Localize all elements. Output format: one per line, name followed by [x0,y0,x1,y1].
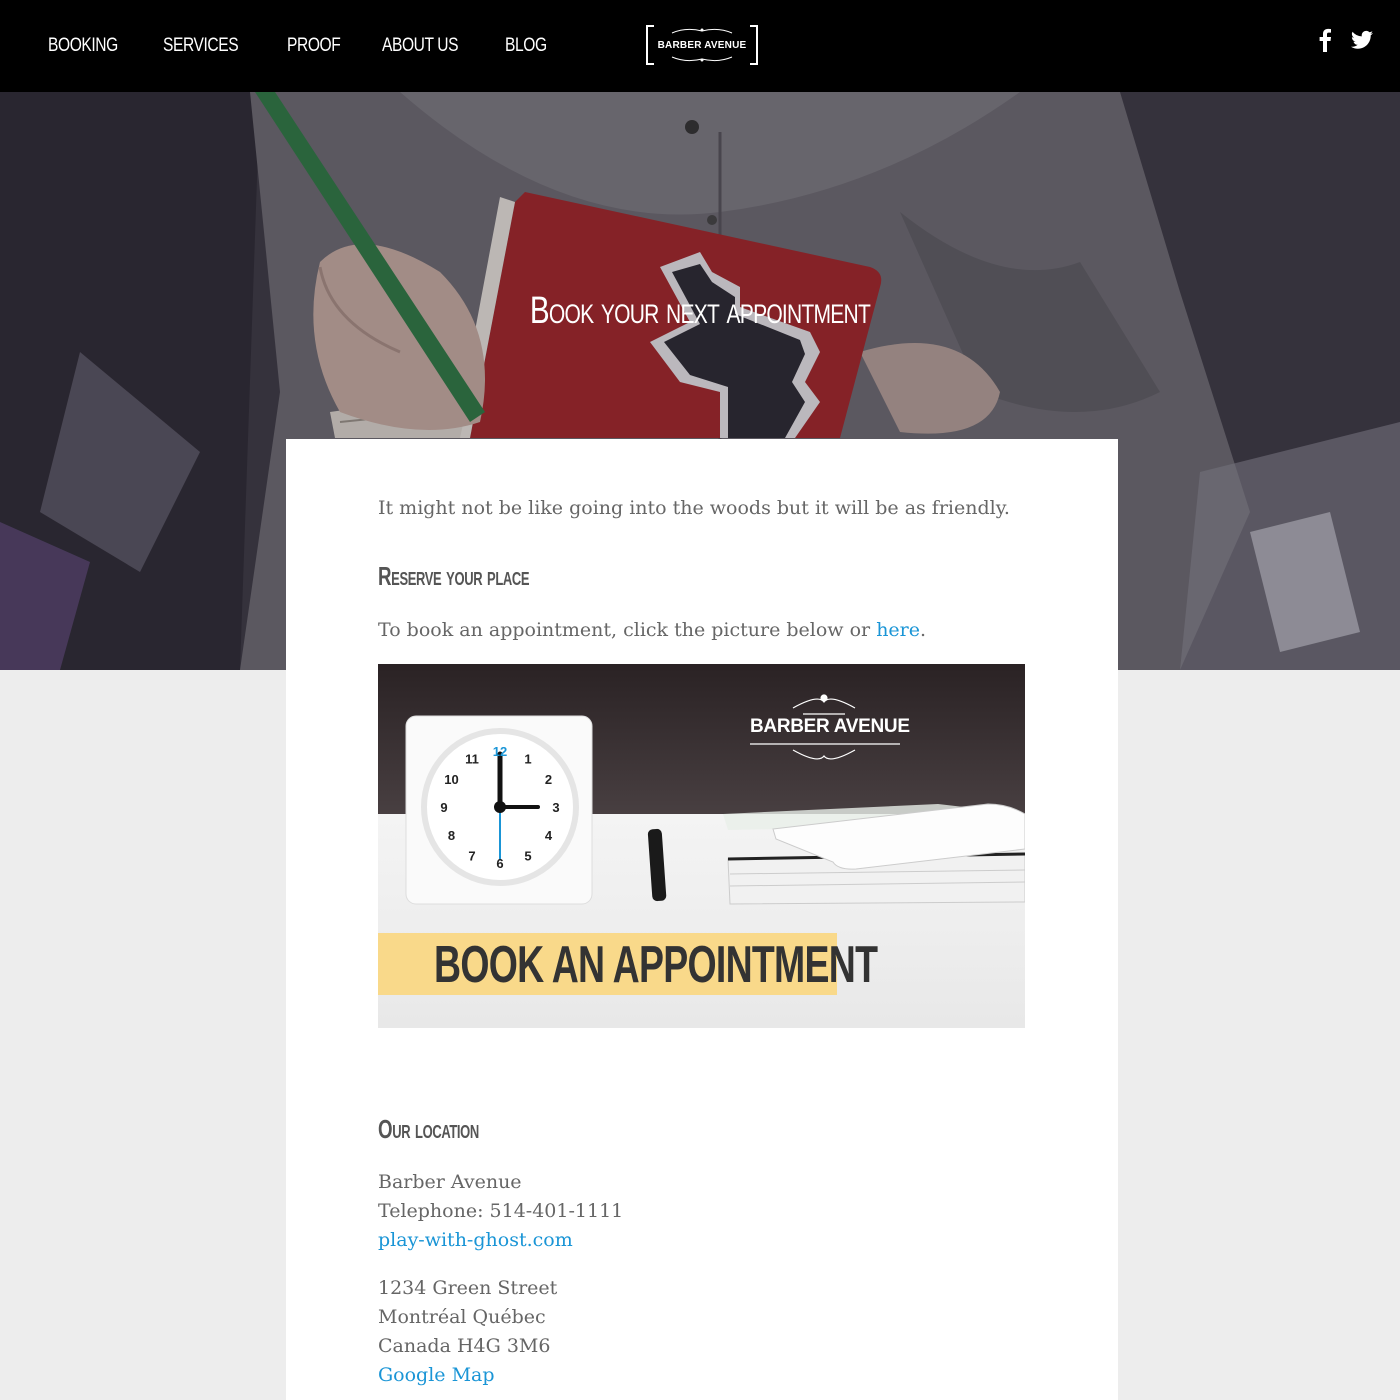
facebook-icon[interactable] [1314,28,1336,52]
clock-number: 6 [496,856,503,871]
logo-text: BARBER AVENUE [657,39,747,51]
contact-block: Barber Avenue Telephone: 514-401-1111 pl… [378,1168,623,1255]
nav-links: BOOKING SERVICES PROOF ABOUT US BLOG [48,0,600,92]
book-appointment-cta-text: BOOK AN APPOINTMENT [434,936,878,994]
business-name: Barber Avenue [378,1171,522,1193]
logo-ornament-icon [671,28,733,34]
logo-bracket-right [750,25,758,65]
clock-number: 8 [448,828,455,843]
book-appointment-banner[interactable]: 12 1 2 3 4 5 6 7 8 9 10 11 BARBER AVENUE BOOK AN [378,664,1025,1028]
website-link[interactable]: play-with-ghost.com [378,1229,573,1251]
clock-number: 7 [468,849,475,864]
clock-number: 11 [465,752,479,767]
telephone: Telephone: 514-401-1111 [378,1200,624,1222]
nav-link-about-us[interactable]: ABOUT US [382,35,458,57]
intro-text: It might not be like going into the wood… [378,497,1010,519]
reserve-text-after: . [920,619,927,641]
address-line-3: Canada H4G 3M6 [378,1335,551,1357]
twitter-icon[interactable] [1350,28,1374,52]
reserve-text: To book an appointment, click the pictur… [378,616,926,645]
page-title: Book your next appointment [529,290,871,332]
clock-number: 2 [545,772,552,787]
book-appointment-cta[interactable]: BOOK AN APPOINTMENT [378,933,878,995]
clock-number: 1 [524,752,531,767]
site-logo[interactable]: BARBER AVENUE [646,25,758,65]
clock-number: 5 [524,849,531,864]
reserve-heading: Reserve your place [378,561,530,591]
clock-number: 9 [440,800,447,815]
logo-ornament-icon [671,56,733,62]
content-card: It might not be like going into the wood… [286,439,1118,1400]
clock-number: 3 [552,800,559,815]
reserve-text-before: To book an appointment, click the pictur… [378,619,877,641]
nav-link-proof[interactable]: PROOF [287,35,341,57]
address-block: 1234 Green Street Montréal Québec Canada… [378,1274,557,1390]
location-heading: Our location [378,1114,479,1144]
banner-logo-text: BARBER AVENUE [750,716,910,737]
clock-number: 12 [493,744,507,759]
clock-number: 10 [444,772,458,787]
social-links [1314,28,1374,52]
here-link[interactable]: here [876,619,920,641]
logo-bracket-left [646,25,654,65]
address-line-1: 1234 Green Street [378,1277,558,1299]
google-map-link[interactable]: Google Map [378,1364,495,1386]
nav-link-services[interactable]: SERVICES [163,35,239,57]
address-line-2: Montréal Québec [378,1306,546,1328]
top-nav: BOOKING SERVICES PROOF ABOUT US BLOG BAR… [0,0,1400,92]
clock-number: 4 [545,828,553,843]
nav-link-booking[interactable]: BOOKING [48,35,118,57]
nav-link-blog[interactable]: BLOG [505,35,547,57]
